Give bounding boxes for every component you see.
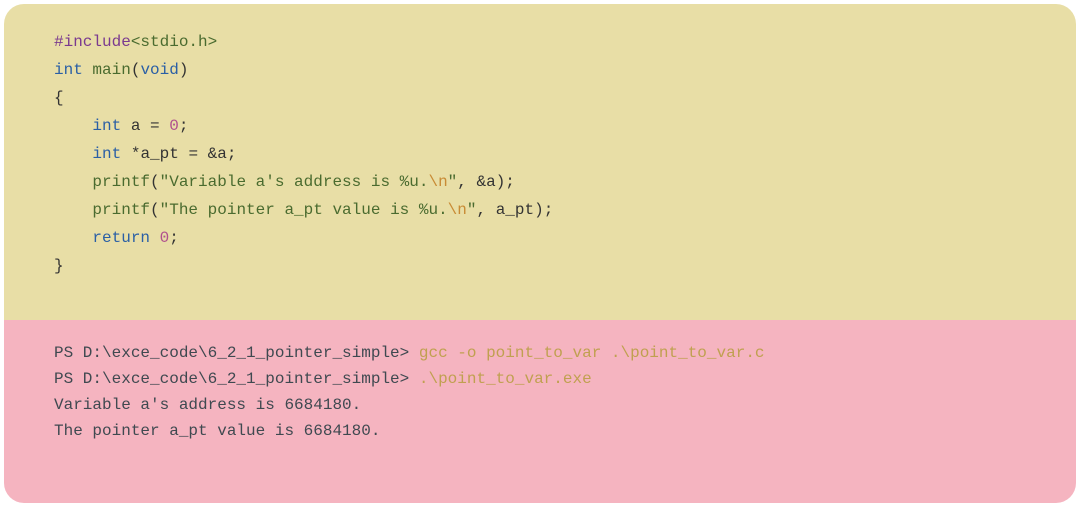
terminal-pane: PS D:\exce_code\6_2_1_pointer_simple> gc… (4, 320, 1076, 503)
terminal-output: The pointer a_pt value is 6684180. (54, 418, 1026, 444)
keyword-return: return (92, 229, 150, 247)
code-line: } (54, 252, 1026, 280)
indent (54, 229, 92, 247)
lbrace: { (54, 89, 64, 107)
code-line: { (54, 84, 1026, 112)
keyword-int: int (54, 61, 83, 79)
escape-sequence: \n (448, 201, 467, 219)
keyword-int: int (92, 117, 121, 135)
indent (54, 201, 92, 219)
code-line: return 0; (54, 224, 1026, 252)
code-line: printf("Variable a's address is %u.\n", … (54, 168, 1026, 196)
semicolon: ; (169, 229, 179, 247)
string-literal: "The pointer a_pt value is %u. (160, 201, 448, 219)
terminal-prompt: PS D:\exce_code\6_2_1_pointer_simple> (54, 344, 419, 362)
indent (54, 145, 92, 163)
lparen: ( (150, 201, 160, 219)
function-printf: printf (92, 173, 150, 191)
keyword-void: void (140, 61, 178, 79)
code-pane: #include<stdio.h> int main(void) { int a… (4, 4, 1076, 320)
keyword-int: int (92, 145, 121, 163)
function-printf: printf (92, 201, 150, 219)
terminal-output: Variable a's address is 6684180. (54, 392, 1026, 418)
semicolon: ; (179, 117, 189, 135)
var-apt: a_pt (496, 201, 534, 219)
code-and-terminal-card: #include<stdio.h> int main(void) { int a… (4, 4, 1076, 503)
code-line: #include<stdio.h> (54, 28, 1026, 56)
lparen: ( (150, 173, 160, 191)
code-line: int a = 0; (54, 112, 1026, 140)
indent (54, 117, 92, 135)
preprocessor-directive: #include (54, 33, 131, 51)
rparen: ) (534, 201, 544, 219)
rbrace: } (54, 257, 64, 275)
number-zero: 0 (169, 117, 179, 135)
function-main: main (92, 61, 130, 79)
string-literal: "Variable a's address is %u. (160, 173, 429, 191)
star: * (131, 145, 141, 163)
semicolon: ; (505, 173, 515, 191)
equals: = (179, 145, 208, 163)
terminal-command: .\point_to_var.exe (419, 370, 592, 388)
number-zero: 0 (160, 229, 170, 247)
ampersand-a: &a (476, 173, 495, 191)
escape-sequence: \n (428, 173, 447, 191)
rparen: ) (496, 173, 506, 191)
terminal-line: PS D:\exce_code\6_2_1_pointer_simple> .\… (54, 366, 1026, 392)
var-a: a (131, 117, 141, 135)
string-literal-end: " (448, 173, 458, 191)
terminal-prompt: PS D:\exce_code\6_2_1_pointer_simple> (54, 370, 419, 388)
rparen: ) (179, 61, 189, 79)
semicolon: ; (227, 145, 237, 163)
code-line: int *a_pt = &a; (54, 140, 1026, 168)
comma: , (457, 173, 476, 191)
code-line: printf("The pointer a_pt value is %u.\n"… (54, 196, 1026, 224)
comma: , (476, 201, 495, 219)
indent (54, 173, 92, 191)
equals: = (140, 117, 169, 135)
lparen: ( (131, 61, 141, 79)
include-header: <stdio.h> (131, 33, 217, 51)
ampersand-a: &a (208, 145, 227, 163)
var-apt: a_pt (140, 145, 178, 163)
semicolon: ; (544, 201, 554, 219)
terminal-line: PS D:\exce_code\6_2_1_pointer_simple> gc… (54, 340, 1026, 366)
terminal-command: gcc -o point_to_var .\point_to_var.c (419, 344, 765, 362)
code-line: int main(void) (54, 56, 1026, 84)
